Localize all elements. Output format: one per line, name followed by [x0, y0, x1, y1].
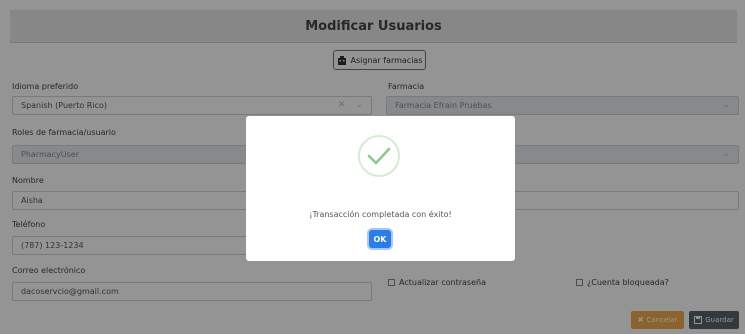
success-check-icon [358, 135, 400, 177]
success-dialog: ¡Transacción completada con éxito! OK [246, 116, 515, 261]
ok-button[interactable]: OK [369, 230, 391, 248]
success-message: ¡Transacción completada con éxito! [309, 210, 452, 219]
